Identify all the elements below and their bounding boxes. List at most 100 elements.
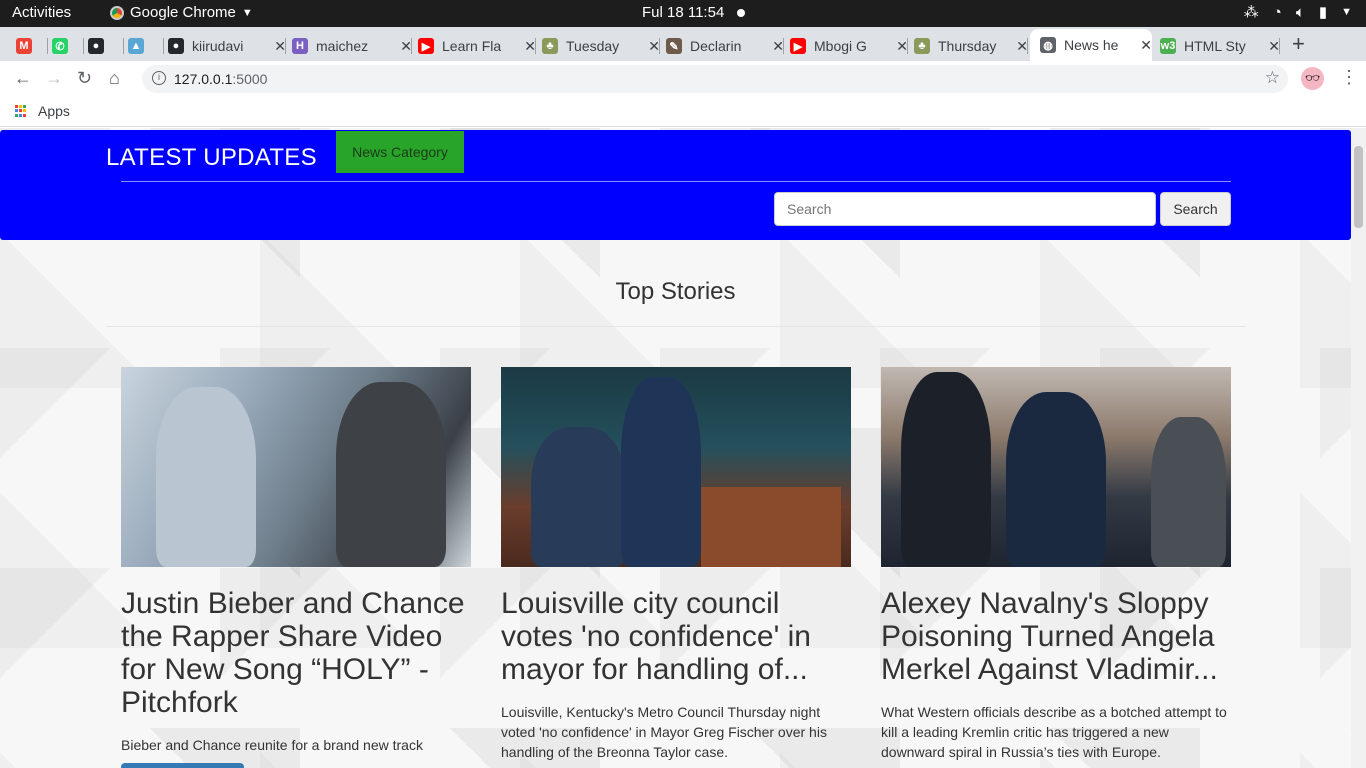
system-top-bar: Activities Google Chrome ▼ Ful 18 11:54 … xyxy=(0,0,1366,27)
browser-tab[interactable]: ▶ Learn Fla ✕ xyxy=(418,31,536,61)
article-image[interactable] xyxy=(121,367,471,567)
site-brand[interactable]: LATEST UPDATES xyxy=(106,144,317,172)
tab-label: News he xyxy=(1064,37,1119,53)
globe-icon: ◍ xyxy=(1040,37,1056,53)
browser-tab[interactable]: ♣ Tuesday ✕ xyxy=(542,31,660,61)
browser-toolbar: ← → ↻ ⌂ i 127.0.0.1:5000 ☆ xyxy=(0,61,1366,97)
forward-icon[interactable]: → xyxy=(45,68,63,89)
notification-dot-icon xyxy=(737,9,745,17)
url-host: 127.0.0.1 xyxy=(174,71,233,87)
section-divider xyxy=(106,326,1246,327)
wifi-icon: ◔ xyxy=(1272,3,1282,21)
whatsapp-icon: ✆ xyxy=(52,38,68,54)
system-tray[interactable]: ⁂ ◔ 🔈︎ ▮ ▼ xyxy=(1243,3,1352,22)
tab-label: Learn Fla xyxy=(442,38,502,54)
browser-tab[interactable]: ▶ Mbogi G ✕ xyxy=(790,31,908,61)
tab-label: Tuesday xyxy=(566,38,620,54)
news-category-button[interactable]: News Category xyxy=(336,131,464,173)
profile-avatar[interactable]: 👓︎ xyxy=(1301,67,1324,90)
new-tab-button[interactable]: + xyxy=(1292,31,1305,57)
back-icon[interactable]: ← xyxy=(14,68,32,89)
site-navbar: LATEST UPDATES News Category Search xyxy=(0,130,1351,240)
tree-icon: ♣ xyxy=(914,38,930,54)
github-icon: ● xyxy=(168,38,184,54)
bookmark-star-icon[interactable]: ☆ xyxy=(1265,68,1280,88)
browser-tab[interactable]: ◍ News he ✕ xyxy=(1030,29,1152,61)
tab-separator xyxy=(123,38,124,54)
tab-separator xyxy=(411,38,412,54)
article-image[interactable] xyxy=(881,367,1231,567)
article-description: What Western officials describe as a bot… xyxy=(881,704,1227,760)
home-icon[interactable]: ⌂ xyxy=(109,68,120,89)
browser-tab[interactable]: Hmaichez ✕ xyxy=(292,31,412,61)
section-title: Top Stories xyxy=(615,278,736,305)
article-title[interactable]: Louisville city council votes 'no confid… xyxy=(501,587,851,686)
info-icon[interactable]: i xyxy=(152,71,166,85)
browser-tab[interactable]: M xyxy=(16,31,48,61)
article-image[interactable] xyxy=(501,367,851,567)
tab-separator xyxy=(659,38,660,54)
activities-button[interactable]: Activities xyxy=(12,4,71,21)
tab-label: Thursday xyxy=(938,38,997,54)
tab-separator xyxy=(285,38,286,54)
article-title[interactable]: Justin Bieber and Chance the Rapper Shar… xyxy=(121,587,471,719)
close-tab-icon[interactable]: ✕ xyxy=(1140,37,1152,54)
article-card: Louisville city council votes 'no confid… xyxy=(501,367,851,768)
tab-separator xyxy=(1027,38,1028,54)
article-card: Justin Bieber and Chance the Rapper Shar… xyxy=(121,367,471,768)
clock[interactable]: Ful 18 11:54 xyxy=(642,4,724,21)
caret-down-icon: ▼ xyxy=(241,6,253,19)
network-icon: ⁂ xyxy=(1243,4,1259,21)
reload-icon[interactable]: ↻ xyxy=(77,68,92,89)
article-title[interactable]: Alexey Navalny's Sloppy Poisoning Turned… xyxy=(881,587,1231,686)
app-menu[interactable]: Google Chrome ▼ xyxy=(110,4,253,21)
tab-label: Declarin xyxy=(690,38,742,54)
tab-separator xyxy=(535,38,536,54)
tab-separator xyxy=(783,38,784,54)
tab-separator xyxy=(907,38,908,54)
app-menu-label: Google Chrome xyxy=(130,4,236,21)
menu-kebab-icon[interactable]: ⋮ xyxy=(1340,67,1358,88)
tree-icon: ♣ xyxy=(542,38,558,54)
tab-label: kiirudavi xyxy=(192,38,244,54)
navbar-divider xyxy=(121,181,1231,182)
url-text: 127.0.0.1:5000 xyxy=(174,71,267,87)
github-icon: ● xyxy=(88,38,104,54)
tab-label: HTML Sty xyxy=(1184,38,1246,54)
gmail-icon: M xyxy=(16,38,32,54)
w3schools-icon: w3 xyxy=(1160,38,1176,54)
tab-label: maichez xyxy=(316,38,369,54)
url-port: :5000 xyxy=(232,71,268,87)
battery-icon: ▮ xyxy=(1318,4,1328,21)
article-description: Louisville, Kentucky's Metro Council Thu… xyxy=(501,704,827,760)
tab-strip: M ✆ ● ▲ ● kiirudavi ✕ Hmaichez ✕ ▶ Learn Fla ✕ ♣ Tues… xyxy=(0,27,1366,61)
browser-tab[interactable]: w3 HTML Sty ✕ xyxy=(1160,31,1280,61)
browser-tab[interactable]: ● kiirudavi ✕ xyxy=(168,31,286,61)
search-button[interactable]: Search xyxy=(1160,192,1231,226)
browser-tab[interactable]: ✎ Declarin ✕ xyxy=(666,31,784,61)
tab-label: Mbogi G xyxy=(814,38,867,54)
tab-separator xyxy=(83,38,84,54)
page-viewport: LATEST UPDATES News Category Search Top … xyxy=(0,128,1351,768)
caret-down-icon: ▼ xyxy=(1341,6,1352,18)
youtube-icon: ▶ xyxy=(418,38,434,54)
article-description: Bieber and Chance reunite for a brand ne… xyxy=(121,737,423,753)
chrome-icon xyxy=(110,5,124,20)
address-bar[interactable]: i 127.0.0.1:5000 ☆ xyxy=(142,65,1288,93)
browser-tab[interactable]: ● xyxy=(88,31,124,61)
bookmarks-bar: Apps xyxy=(0,97,1366,127)
browser-tab[interactable]: ▲ xyxy=(128,31,164,61)
browser-tab[interactable]: ♣ Thursday ✕ xyxy=(914,31,1028,61)
apps-grid-icon xyxy=(15,105,27,117)
heroku-icon: H xyxy=(292,38,308,54)
document-icon: ✎ xyxy=(666,38,682,54)
tab-separator xyxy=(163,38,164,54)
tab-separator xyxy=(47,38,48,54)
article-card: Alexey Navalny's Sloppy Poisoning Turned… xyxy=(881,367,1231,768)
browser-tab[interactable]: ✆ xyxy=(52,31,84,61)
read-more-button[interactable] xyxy=(121,763,244,768)
search-input[interactable] xyxy=(774,192,1156,226)
scrollbar-thumb[interactable] xyxy=(1354,146,1363,228)
apps-bookmark[interactable]: Apps xyxy=(38,103,70,119)
app-icon: ▲ xyxy=(128,38,144,54)
